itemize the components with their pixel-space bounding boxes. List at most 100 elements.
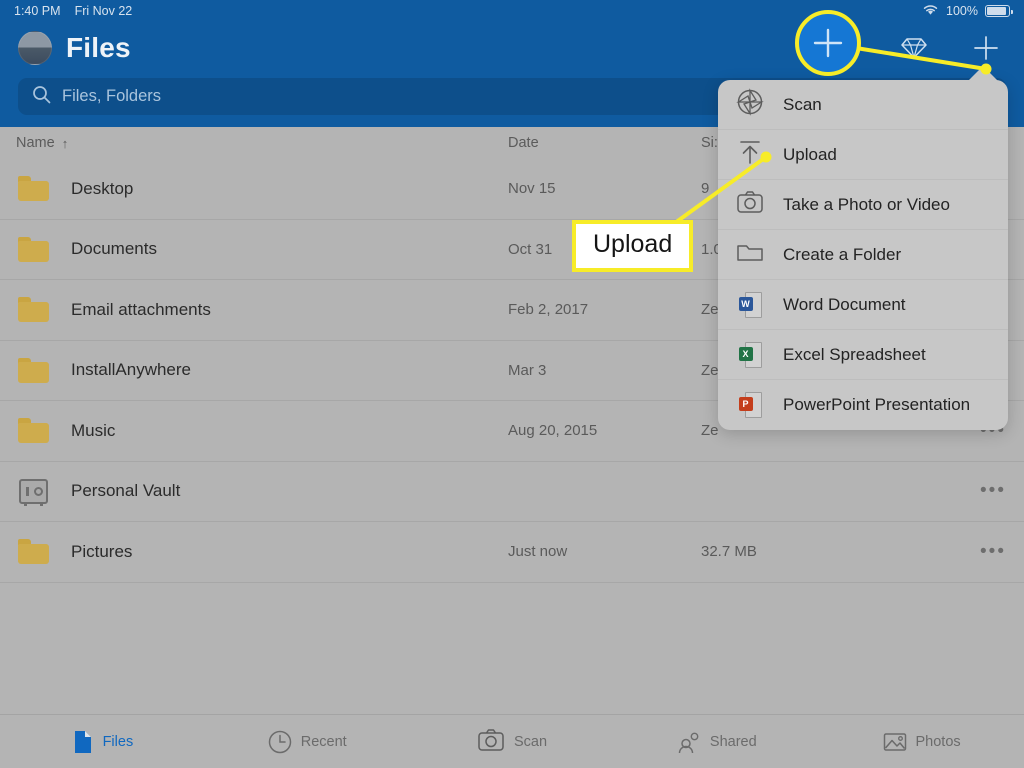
tab-scan[interactable]: Scan: [410, 726, 615, 758]
folder-icon: [17, 297, 49, 323]
menu-item-create-a-folder[interactable]: Create a Folder: [718, 230, 1008, 280]
row-name: Email attachments: [71, 299, 211, 319]
tab-label: Photos: [915, 733, 961, 750]
tab-label: Shared: [709, 733, 757, 750]
camera-icon: [477, 726, 505, 758]
menu-item-icon: [736, 191, 764, 219]
row-icon: [16, 234, 50, 264]
menu-item-icon: [736, 241, 764, 269]
camera-icon: [477, 726, 505, 758]
status-bar: 1:40 PM Fri Nov 22 100%: [0, 0, 1024, 22]
row-icon: [16, 476, 50, 506]
upload-callout: Upload: [572, 220, 694, 272]
menu-item-label: Word Document: [783, 294, 906, 314]
battery-icon: [985, 5, 1013, 17]
tab-shared[interactable]: Shared: [614, 730, 819, 754]
table-row[interactable]: Pictures Just now 32.7 MB •••: [0, 522, 1024, 583]
tab-photos[interactable]: Photos: [819, 730, 1024, 754]
menu-item-upload[interactable]: Upload: [718, 130, 1008, 180]
row-icon: [16, 355, 50, 385]
column-name[interactable]: Name ↑: [16, 135, 68, 151]
row-size: Ze: [701, 361, 719, 379]
add-button-highlight[interactable]: [795, 10, 861, 76]
search-icon: [32, 85, 51, 109]
add-menu-popup: Scan Upload Take a Photo or Video Create a …: [718, 80, 1008, 430]
row-name: InstallAnywhere: [71, 360, 192, 380]
column-date[interactable]: Date: [508, 135, 539, 151]
tab-label: Files: [102, 733, 134, 750]
row-date: Oct 31: [508, 240, 553, 258]
folder-icon: [17, 418, 49, 444]
menu-item-label: Upload: [783, 144, 837, 164]
row-name: Pictures: [71, 541, 133, 561]
menu-item-powerpoint-presentation[interactable]: P PowerPoint Presentation: [718, 380, 1008, 430]
wifi-icon: [922, 3, 939, 19]
clock-icon: [268, 730, 292, 754]
new-folder-icon: [736, 238, 764, 271]
status-date: Fri Nov 22: [74, 4, 133, 18]
menu-item-label: PowerPoint Presentation: [783, 395, 971, 414]
table-row[interactable]: Personal Vault •••: [0, 462, 1024, 522]
menu-item-take-a-photo-or-video[interactable]: Take a Photo or Video: [718, 180, 1008, 230]
menu-item-label: Take a Photo or Video: [783, 194, 950, 214]
folder-icon: [17, 176, 49, 202]
upload-callout-label: Upload: [593, 230, 673, 258]
row-size: Ze: [701, 422, 719, 440]
column-name-label: Name: [16, 135, 55, 151]
camera-icon: [736, 188, 764, 221]
folder-icon: [17, 357, 49, 383]
folder-icon: [17, 236, 49, 262]
diamond-icon[interactable]: [900, 34, 928, 62]
row-more-button[interactable]: •••: [980, 542, 1006, 561]
row-more-button[interactable]: •••: [980, 481, 1006, 500]
menu-item-icon: X: [736, 341, 764, 369]
menu-item-label: Excel Spreadsheet: [783, 344, 926, 364]
row-icon: [16, 416, 50, 446]
row-name: Music: [71, 420, 116, 440]
tab-recent[interactable]: Recent: [205, 730, 410, 754]
row-size: 32.7 MB: [701, 543, 757, 561]
menu-item-icon: [736, 141, 764, 169]
status-time: 1:40 PM: [14, 4, 61, 18]
search-placeholder: Files, Folders: [62, 87, 162, 105]
bottom-tab-bar: Files Recent Scan Shared Photos: [0, 714, 1024, 768]
people-icon: [677, 730, 701, 754]
row-date: Nov 15: [508, 180, 556, 198]
add-button[interactable]: [972, 34, 1000, 62]
row-size: Ze: [701, 301, 719, 319]
avatar[interactable]: [18, 31, 52, 65]
folder-icon: [17, 539, 49, 565]
vault-icon: [18, 478, 48, 506]
row-name: Desktop: [71, 178, 134, 198]
row-date: Just now: [508, 543, 568, 561]
app-header: Files: [0, 22, 1024, 74]
powerpoint-icon: P: [738, 392, 762, 418]
menu-caret: [968, 66, 998, 81]
tab-label: Recent: [300, 733, 347, 750]
menu-item-scan[interactable]: Scan: [718, 80, 1008, 130]
row-icon: [16, 295, 50, 325]
menu-item-word-document[interactable]: W Word Document: [718, 280, 1008, 330]
row-name: Personal Vault: [71, 481, 181, 501]
column-size[interactable]: Si:: [701, 135, 718, 151]
row-date: Feb 2, 2017: [508, 301, 589, 319]
menu-item-label: Scan: [783, 94, 822, 114]
row-date: Aug 20, 2015: [508, 422, 598, 440]
row-icon: [16, 537, 50, 567]
menu-item-icon: [736, 88, 764, 121]
menu-item-excel-spreadsheet[interactable]: X Excel Spreadsheet: [718, 330, 1008, 380]
scan-icon: [736, 88, 764, 121]
menu-item-icon: W: [736, 291, 764, 319]
battery-percent: 100%: [946, 4, 978, 18]
photo-icon: [883, 730, 907, 754]
onedrive-files-screen: 1:40 PM Fri Nov 22 100% Files Files, Fol…: [0, 0, 1024, 768]
excel-icon: X: [738, 341, 762, 368]
header-actions: [900, 34, 1006, 62]
row-size: 9: [701, 180, 710, 198]
tab-files[interactable]: Files: [0, 730, 205, 754]
tab-label: Scan: [513, 733, 548, 750]
row-icon: [16, 174, 50, 204]
menu-item-icon: P: [736, 391, 764, 419]
row-name: Documents: [71, 239, 157, 259]
word-icon: W: [738, 291, 762, 318]
